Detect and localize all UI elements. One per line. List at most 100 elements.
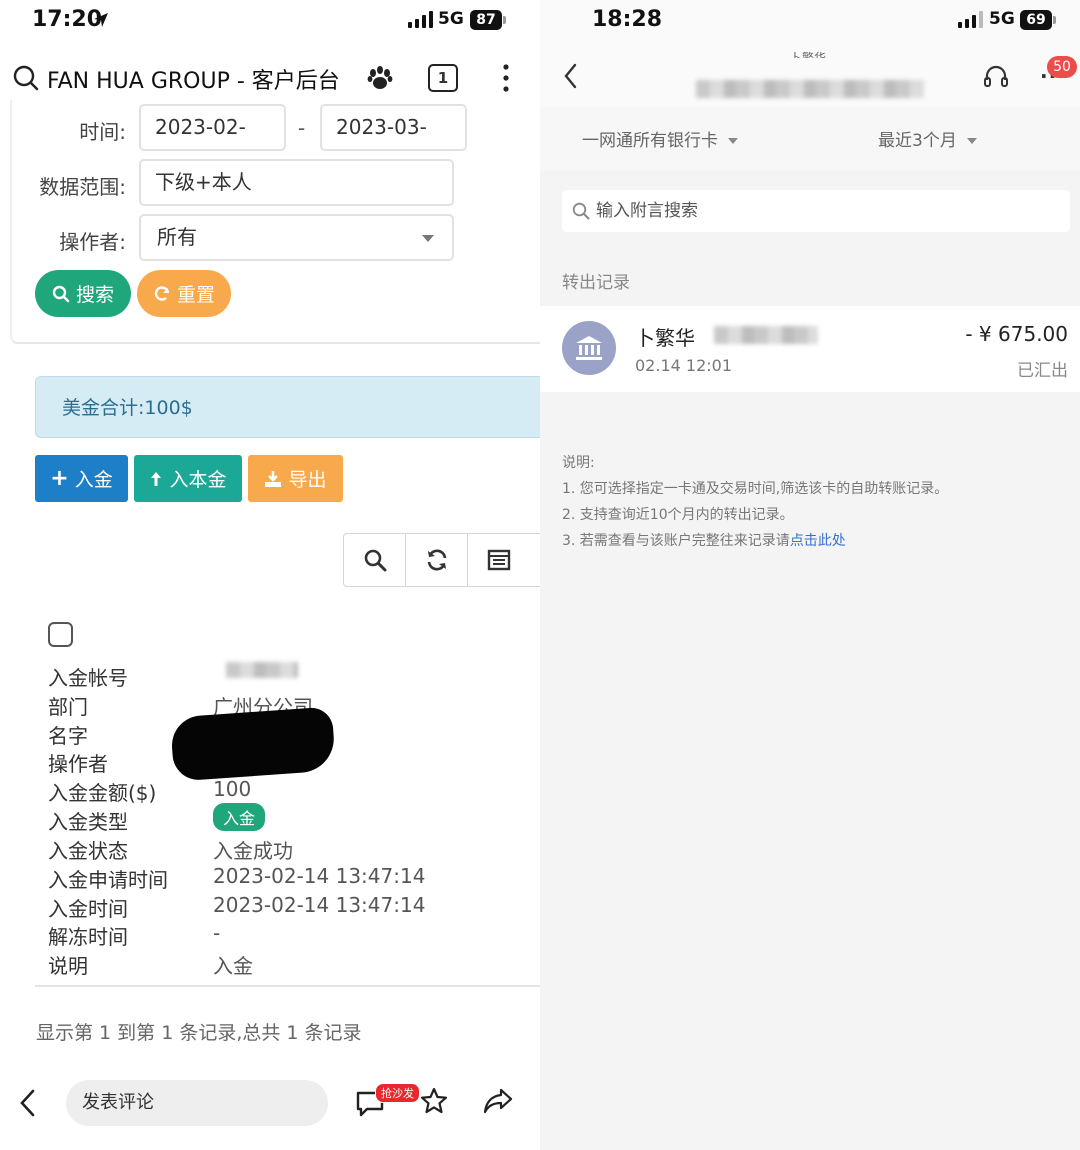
bank-icon bbox=[562, 321, 616, 375]
section-title: 转出记录 bbox=[562, 273, 630, 293]
search-button[interactable]: 搜索 bbox=[35, 270, 131, 317]
share-icon[interactable] bbox=[482, 1087, 514, 1119]
redacted-payee-account bbox=[714, 326, 818, 344]
click-here-link[interactable]: 点击此处 bbox=[790, 533, 846, 549]
search-icon bbox=[52, 285, 70, 302]
row-checkbox[interactable] bbox=[48, 622, 73, 647]
browser-top-bar: FAN HUA GROUP - 客户后台 1 bbox=[0, 50, 540, 106]
refresh-icon bbox=[427, 549, 446, 571]
export-button-label: 导出 bbox=[288, 469, 327, 491]
paw-icon[interactable] bbox=[366, 64, 394, 92]
left-screenshot: 17:20 5G 87 FAN HUA GROUP - 客户后台 1 时间: 2… bbox=[0, 0, 540, 1150]
list-icon bbox=[487, 549, 511, 571]
headset-icon[interactable] bbox=[983, 64, 1009, 94]
record-key: 入金状态 bbox=[48, 839, 128, 863]
back-icon[interactable] bbox=[562, 62, 580, 94]
table-toolbar bbox=[343, 533, 540, 587]
filter-bar: 一网通所有银行卡 最近3个月 bbox=[540, 106, 1080, 170]
account-filter-label: 一网通所有银行卡 bbox=[582, 131, 718, 151]
redaction-scribble bbox=[169, 706, 337, 782]
network-type: 5G bbox=[989, 9, 1015, 29]
transfer-record[interactable]: 卜繁华 02.14 12:01 - ¥ 675.00 已汇出 bbox=[540, 306, 1080, 392]
record-key: 操作者 bbox=[48, 752, 108, 776]
record-key: 入金时间 bbox=[48, 897, 128, 921]
notes-title: 说明: bbox=[562, 455, 595, 471]
battery-tip-icon bbox=[1053, 16, 1056, 24]
deposit-principal-button[interactable]: 入本金 bbox=[134, 455, 242, 502]
record-value: 2023-02-14 13:47:14 bbox=[213, 893, 426, 917]
export-button[interactable]: 导出 bbox=[248, 455, 343, 502]
date-separator: - bbox=[298, 116, 306, 140]
table-refresh-button[interactable] bbox=[406, 534, 468, 586]
refresh-icon bbox=[154, 285, 170, 301]
record-key: 说明 bbox=[48, 954, 88, 978]
right-screenshot: 18:28 5G 69 卜繁华 ··· 50 一网通所有银行卡 最近3个月 输入… bbox=[540, 0, 1080, 1150]
memo-search-input[interactable]: 输入附言搜索 bbox=[562, 190, 1070, 232]
usd-total-banner: 美金合计:100$ bbox=[35, 376, 540, 438]
transfer-status: 已汇出 bbox=[1017, 361, 1068, 381]
table-columns-button[interactable] bbox=[468, 534, 530, 586]
date-to-input[interactable]: 2023-03-14 bbox=[320, 104, 467, 182]
record-key: 入金帐号 bbox=[48, 666, 128, 690]
note-item: 3. 若需查看与该账户完整往来记录请点击此处 bbox=[562, 528, 948, 554]
plus-icon: + bbox=[50, 466, 69, 491]
network-type: 5G bbox=[438, 9, 464, 29]
record-value: 100 bbox=[213, 777, 252, 801]
status-bar: 18:28 5G 69 bbox=[540, 0, 1080, 42]
operator-select[interactable]: 所有 bbox=[139, 214, 454, 261]
record-key: 入金金额($) bbox=[48, 781, 157, 805]
battery-level: 69 bbox=[1020, 10, 1052, 30]
transfer-amount: - ¥ 675.00 bbox=[965, 322, 1068, 346]
scope-label: 数据范围: bbox=[39, 175, 126, 199]
chevron-down-icon bbox=[966, 138, 977, 144]
star-icon[interactable] bbox=[419, 1086, 449, 1120]
search-icon[interactable] bbox=[12, 64, 40, 92]
record-value: 入金 bbox=[213, 954, 253, 978]
reset-button[interactable]: 重置 bbox=[137, 270, 231, 317]
battery-tip-icon bbox=[503, 16, 506, 24]
signal-icon bbox=[958, 11, 983, 28]
memo-search-placeholder: 输入附言搜索 bbox=[596, 201, 698, 221]
note-item: 2. 支持查询近10个月内的转出记录。 bbox=[562, 507, 794, 523]
deposit-principal-label: 入本金 bbox=[169, 469, 227, 491]
download-icon bbox=[265, 470, 282, 487]
header-title: 卜繁华 bbox=[790, 51, 827, 58]
status-bar: 17:20 5G 87 bbox=[0, 0, 540, 42]
deposit-button-label: 入金 bbox=[74, 469, 113, 491]
deposit-button[interactable]: + 入金 bbox=[35, 455, 128, 502]
account-filter[interactable]: 一网通所有银行卡 bbox=[582, 126, 738, 151]
pagination-info: 显示第 1 到第 1 条记录,总共 1 条记录 bbox=[36, 1022, 362, 1044]
search-icon bbox=[364, 549, 386, 572]
period-filter[interactable]: 最近3个月 bbox=[878, 126, 977, 151]
location-arrow-icon bbox=[92, 11, 110, 33]
redacted-account-number bbox=[226, 662, 298, 678]
app-header: 卜繁华 ··· bbox=[540, 42, 1080, 106]
note-item-text: 3. 若需查看与该账户完整往来记录请 bbox=[562, 533, 790, 549]
period-filter-label: 最近3个月 bbox=[878, 131, 957, 151]
status-time: 18:28 bbox=[592, 7, 663, 32]
transfer-time: 02.14 12:01 bbox=[635, 356, 732, 375]
redacted-account-name bbox=[696, 80, 924, 98]
note-item: 1. 您可选择指定一卡通及交易时间,筛选该卡的自助转账记录。 bbox=[562, 481, 949, 497]
hot-badge: 抢沙发 bbox=[375, 1083, 420, 1103]
page-title: FAN HUA GROUP - 客户后台 bbox=[47, 69, 340, 94]
reset-button-label: 重置 bbox=[176, 284, 215, 306]
chevron-down-icon bbox=[728, 138, 738, 144]
operator-select-value: 所有 bbox=[157, 225, 197, 249]
back-icon[interactable] bbox=[18, 1088, 38, 1122]
table-search-button[interactable] bbox=[344, 534, 406, 586]
chevron-down-icon bbox=[422, 235, 434, 242]
comment-input[interactable]: 发表评论 bbox=[66, 1080, 328, 1126]
divider bbox=[35, 985, 540, 987]
record-key: 名字 bbox=[48, 724, 88, 748]
battery-level: 87 bbox=[470, 10, 502, 30]
notification-badge: 50 bbox=[1047, 56, 1077, 78]
tabs-count-icon[interactable]: 1 bbox=[428, 64, 458, 92]
record-key: 部门 bbox=[48, 695, 88, 719]
date-from-input[interactable]: 2023-02-14 bbox=[139, 104, 286, 182]
record-value: 入金成功 bbox=[213, 839, 293, 863]
record-key: 解冻时间 bbox=[48, 925, 128, 949]
signal-icon bbox=[408, 11, 433, 28]
scope-input[interactable]: 下级+本人 bbox=[139, 159, 454, 206]
more-vertical-icon[interactable] bbox=[496, 62, 516, 94]
